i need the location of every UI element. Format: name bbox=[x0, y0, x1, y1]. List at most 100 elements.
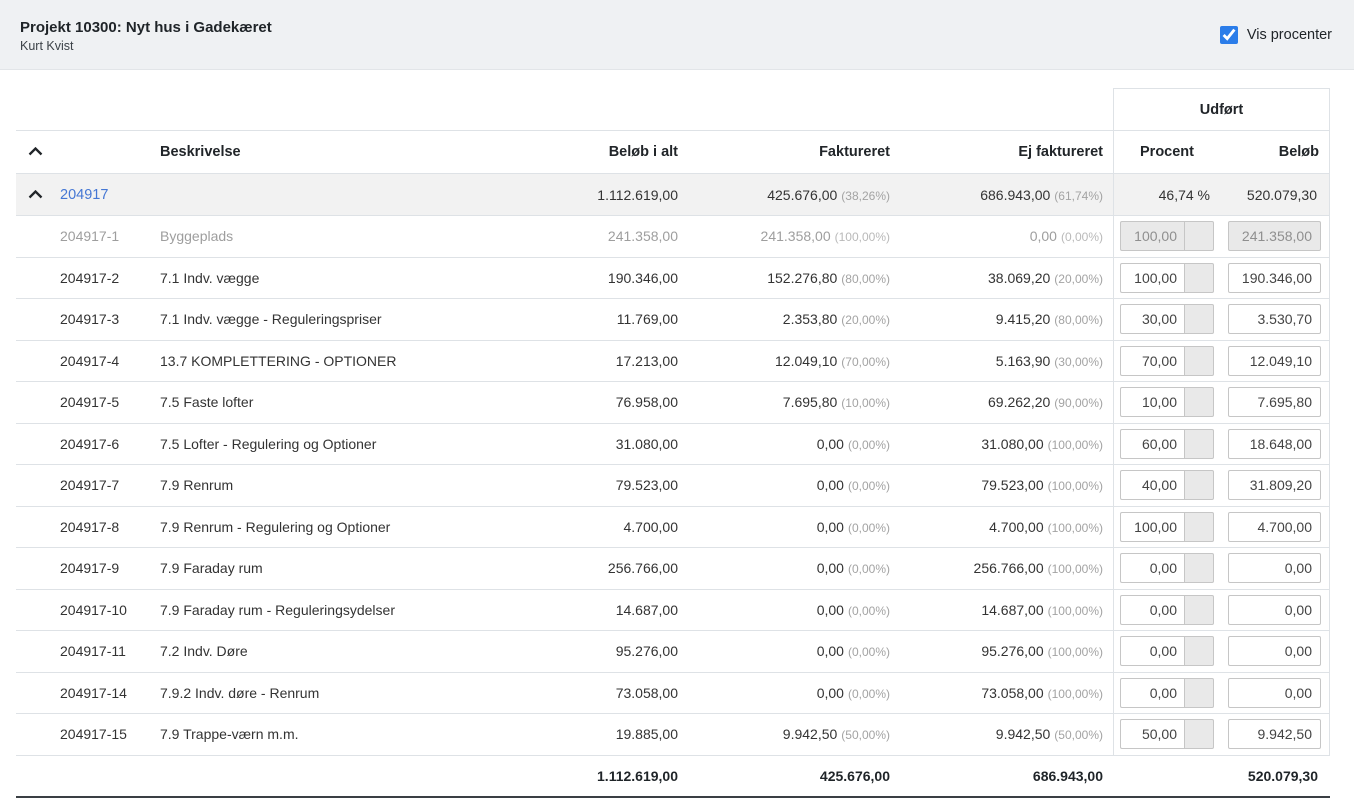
parent-procent-value: 46,74 % bbox=[1113, 174, 1220, 215]
row-ej-faktureret: 79.523,00(100,00%) bbox=[900, 477, 1113, 493]
procent-input[interactable] bbox=[1120, 512, 1184, 542]
row-procent-cell bbox=[1113, 341, 1220, 382]
row-ej-faktureret: 73.058,00(100,00%) bbox=[900, 685, 1113, 701]
table-row: 204917-2 7.1 Indv. vægge 190.346,00 152.… bbox=[16, 258, 1330, 300]
table-row: 204917-8 7.9 Renrum - Regulering og Opti… bbox=[16, 507, 1330, 549]
row-belob-i-alt: 14.687,00 bbox=[508, 602, 688, 618]
row-ej-faktureret: 31.080,00(100,00%) bbox=[900, 436, 1113, 452]
row-faktureret: 0,00(0,00%) bbox=[688, 685, 900, 701]
procent-input[interactable] bbox=[1120, 429, 1184, 459]
belob-input[interactable] bbox=[1228, 470, 1321, 500]
row-procent-cell bbox=[1113, 299, 1220, 340]
belob-input[interactable] bbox=[1228, 719, 1321, 749]
row-ej-faktureret-pct: (100,00%) bbox=[1048, 645, 1103, 659]
row-description: 13.7 KOMPLETTERING - OPTIONER bbox=[160, 353, 508, 369]
percent-suffix bbox=[1184, 429, 1214, 459]
row-ej-faktureret: 9.415,20(80,00%) bbox=[900, 311, 1113, 327]
row-description: 7.9 Faraday rum - Reguleringsydelser bbox=[160, 602, 508, 618]
belob-input[interactable] bbox=[1228, 387, 1321, 417]
row-faktureret-pct: (100,00%) bbox=[835, 230, 890, 244]
vis-procenter-checkbox[interactable] bbox=[1220, 26, 1238, 44]
belob-input[interactable] bbox=[1228, 678, 1321, 708]
belob-input[interactable] bbox=[1228, 263, 1321, 293]
table-body: 204917-1 Byggeplads 241.358,00 241.358,0… bbox=[16, 216, 1330, 756]
belob-input[interactable] bbox=[1228, 346, 1321, 376]
footer-ej-faktureret: 686.943,00 bbox=[900, 768, 1113, 784]
row-belob-i-alt: 73.058,00 bbox=[508, 685, 688, 701]
chevron-up-icon bbox=[28, 190, 43, 199]
row-belob-i-alt: 76.958,00 bbox=[508, 394, 688, 410]
percent-suffix bbox=[1184, 387, 1214, 417]
column-header-ej-faktureret: Ej faktureret bbox=[900, 144, 1113, 160]
row-belob-cell bbox=[1220, 631, 1330, 672]
table-row: 204917-4 13.7 KOMPLETTERING - OPTIONER 1… bbox=[16, 341, 1330, 383]
row-belob-cell bbox=[1220, 507, 1330, 548]
belob-input[interactable] bbox=[1228, 512, 1321, 542]
row-id: 204917-6 bbox=[60, 436, 160, 452]
parent-row: 204917 1.112.619,00 425.676,00(38,26%) 6… bbox=[16, 174, 1330, 216]
table-row: 204917-11 7.2 Indv. Døre 95.276,00 0,00(… bbox=[16, 631, 1330, 673]
row-description: 7.5 Lofter - Regulering og Optioner bbox=[160, 436, 508, 452]
procent-input[interactable] bbox=[1120, 221, 1184, 251]
row-ej-faktureret: 4.700,00(100,00%) bbox=[900, 519, 1113, 535]
procent-input[interactable] bbox=[1120, 470, 1184, 500]
row-id: 204917-1 bbox=[60, 228, 160, 244]
vis-procenter-toggle[interactable]: Vis procenter bbox=[1220, 26, 1332, 44]
row-belob-cell bbox=[1220, 590, 1330, 631]
table-row: 204917-15 7.9 Trappe-værn m.m. 19.885,00… bbox=[16, 714, 1330, 756]
row-ej-faktureret-pct: (100,00%) bbox=[1048, 521, 1103, 535]
row-id: 204917-2 bbox=[60, 270, 160, 286]
procent-input[interactable] bbox=[1120, 263, 1184, 293]
page-title: Projekt 10300: Nyt hus i Gadekæret bbox=[20, 19, 272, 36]
row-faktureret: 0,00(0,00%) bbox=[688, 519, 900, 535]
row-id: 204917-10 bbox=[60, 602, 160, 618]
row-ej-faktureret: 9.942,50(50,00%) bbox=[900, 726, 1113, 742]
procent-input[interactable] bbox=[1120, 636, 1184, 666]
collapse-all-toggle[interactable] bbox=[16, 144, 60, 160]
row-id: 204917-11 bbox=[60, 643, 160, 659]
procent-input[interactable] bbox=[1120, 719, 1184, 749]
vis-procenter-label: Vis procenter bbox=[1247, 27, 1332, 43]
footer-totals-row: 1.112.619,00 425.676,00 686.943,00 520.0… bbox=[16, 756, 1330, 798]
row-procent-cell bbox=[1113, 631, 1220, 672]
belob-input[interactable] bbox=[1228, 595, 1321, 625]
belob-input[interactable] bbox=[1228, 429, 1321, 459]
row-procent-cell bbox=[1113, 258, 1220, 299]
page-header: Projekt 10300: Nyt hus i Gadekæret Kurt … bbox=[0, 0, 1354, 70]
row-description: 7.1 Indv. vægge - Reguleringspriser bbox=[160, 311, 508, 327]
belob-input[interactable] bbox=[1228, 553, 1321, 583]
procent-input[interactable] bbox=[1120, 595, 1184, 625]
row-description: 7.9 Trappe-værn m.m. bbox=[160, 726, 508, 742]
percent-suffix bbox=[1184, 512, 1214, 542]
parent-collapse-toggle[interactable] bbox=[16, 190, 60, 199]
row-belob-i-alt: 190.346,00 bbox=[508, 270, 688, 286]
row-faktureret: 0,00(0,00%) bbox=[688, 477, 900, 493]
row-ej-faktureret-pct: (20,00%) bbox=[1054, 272, 1103, 286]
table-row: 204917-7 7.9 Renrum 79.523,00 0,00(0,00%… bbox=[16, 465, 1330, 507]
parent-faktureret-pct: (38,26%) bbox=[841, 189, 890, 203]
row-faktureret-pct: (80,00%) bbox=[841, 272, 890, 286]
udfort-group-header: Udført bbox=[1113, 88, 1330, 130]
row-description: 7.9 Renrum - Regulering og Optioner bbox=[160, 519, 508, 535]
parent-belob-i-alt: 1.112.619,00 bbox=[508, 187, 688, 203]
row-faktureret: 0,00(0,00%) bbox=[688, 602, 900, 618]
row-ej-faktureret-pct: (30,00%) bbox=[1054, 355, 1103, 369]
row-belob-cell bbox=[1220, 216, 1330, 257]
procent-input[interactable] bbox=[1120, 387, 1184, 417]
row-faktureret: 0,00(0,00%) bbox=[688, 643, 900, 659]
procent-input[interactable] bbox=[1120, 678, 1184, 708]
belob-input[interactable] bbox=[1228, 304, 1321, 334]
table-row: 204917-9 7.9 Faraday rum 256.766,00 0,00… bbox=[16, 548, 1330, 590]
procent-input[interactable] bbox=[1120, 553, 1184, 583]
row-belob-i-alt: 241.358,00 bbox=[508, 228, 688, 244]
procent-input[interactable] bbox=[1120, 346, 1184, 376]
row-faktureret-pct: (10,00%) bbox=[841, 396, 890, 410]
row-ej-faktureret-pct: (100,00%) bbox=[1048, 687, 1103, 701]
belob-input[interactable] bbox=[1228, 221, 1321, 251]
parent-id-link[interactable]: 204917 bbox=[60, 187, 108, 203]
belob-input[interactable] bbox=[1228, 636, 1321, 666]
row-ej-faktureret-pct: (90,00%) bbox=[1054, 396, 1103, 410]
row-description: Byggeplads bbox=[160, 228, 508, 244]
parent-faktureret: 425.676,00(38,26%) bbox=[688, 187, 900, 203]
procent-input[interactable] bbox=[1120, 304, 1184, 334]
